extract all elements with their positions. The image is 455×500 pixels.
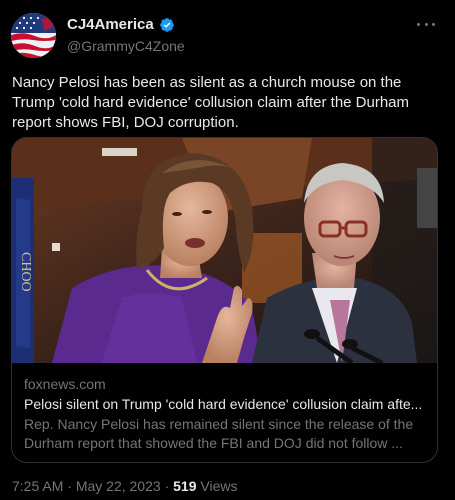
author-handle[interactable]: @GrammyC4Zone: [67, 38, 185, 54]
author-display-name[interactable]: CJ4America: [67, 16, 154, 33]
name-row: CJ4America: [67, 16, 175, 33]
separator: ·: [164, 478, 170, 494]
svg-text:CHOO: CHOO: [18, 252, 33, 292]
card-meta: foxnews.com Pelosi silent on Trump 'cold…: [12, 363, 437, 453]
tweet-time[interactable]: 7:25 AM: [12, 478, 63, 494]
more-options-icon[interactable]: [417, 17, 435, 31]
tweet-date[interactable]: May 22, 2023: [76, 478, 161, 494]
tweet-footer: 7:25 AM · May 22, 2023 · 519 Views: [12, 478, 237, 494]
card-title[interactable]: Pelosi silent on Trump 'cold hard eviden…: [24, 394, 427, 414]
tweet-header: CJ4America @GrammyC4Zone: [0, 0, 455, 70]
tweet-text: Nancy Pelosi has been as silent as a chu…: [12, 74, 410, 131]
card-image[interactable]: CHOO: [12, 138, 437, 366]
card-domain: foxnews.com: [24, 376, 106, 392]
author-avatar[interactable]: [11, 13, 56, 58]
verified-badge-icon: [159, 17, 174, 32]
link-card[interactable]: CHOO foxnews.com Pelosi silent on Trump …: [11, 137, 438, 463]
separator: ·: [67, 478, 72, 494]
views-count: 519: [173, 478, 197, 494]
card-description: Rep. Nancy Pelosi has remained silent si…: [24, 416, 414, 451]
views-label: Views: [200, 478, 238, 494]
